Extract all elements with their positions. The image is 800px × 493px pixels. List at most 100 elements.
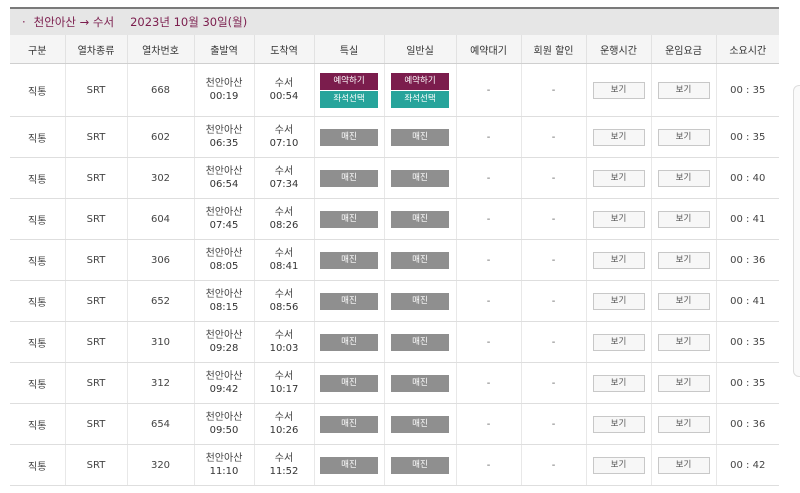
cell-departure: 천안아산 00:19 <box>193 63 254 117</box>
schedule-view-button[interactable]: 보기 <box>592 333 645 351</box>
cell-category: 직통 <box>10 116 65 158</box>
fare-view-button[interactable]: 보기 <box>657 81 710 99</box>
cell-fare: 보기 <box>650 63 716 117</box>
cell-waitlist: - <box>455 362 521 404</box>
cell-member-discount: - <box>520 63 586 117</box>
discount-dash: - <box>551 336 556 348</box>
duration-value: 00 : 41 <box>730 213 766 225</box>
arrival-time: 08:41 <box>269 261 299 272</box>
table-row: 직통 SRT 652 천안아산 08:15 수서 08:56 매진 매진 - - 보기 보기 00 : 4… <box>10 280 779 322</box>
fare-view-button[interactable]: 보기 <box>657 128 710 146</box>
schedule-view-button[interactable]: 보기 <box>592 251 645 269</box>
duration-value: 00 : 41 <box>730 295 766 307</box>
fare-view-button[interactable]: 보기 <box>657 374 710 392</box>
arrival-station: 수서 <box>274 330 294 341</box>
first-class-sold-out-button: 매진 <box>320 292 378 310</box>
schedule-view-button[interactable]: 보기 <box>592 415 645 433</box>
cell-waitlist: - <box>455 116 521 158</box>
arrival-time: 08:26 <box>269 220 299 231</box>
cell-departure: 천안아산 06:35 <box>193 116 254 158</box>
cell-train-type: SRT <box>64 198 127 240</box>
col-header-category: 구분 <box>10 35 65 64</box>
cell-member-discount: - <box>520 280 586 322</box>
cell-duration: 00 : 41 <box>715 280 779 322</box>
cell-train-type: SRT <box>64 280 127 322</box>
cell-duration: 00 : 40 <box>715 157 779 199</box>
waitlist-dash: - <box>486 377 491 389</box>
cell-category: 직통 <box>10 280 65 322</box>
title-bullet: · <box>22 15 26 29</box>
departure-time: 08:05 <box>209 261 239 272</box>
first-class-sold-out-button: 매진 <box>320 374 378 392</box>
standard-sold-out-button: 매진 <box>391 128 449 146</box>
cell-duration: 00 : 35 <box>715 321 779 363</box>
cell-schedule: 보기 <box>585 116 651 158</box>
waitlist-dash: - <box>486 459 491 471</box>
fare-view-button[interactable]: 보기 <box>657 456 710 474</box>
first-class-reserve-button[interactable]: 예약하기 <box>320 72 378 90</box>
cell-waitlist: - <box>455 239 521 281</box>
discount-dash: - <box>551 213 556 225</box>
schedule-view-button[interactable]: 보기 <box>592 81 645 99</box>
duration-value: 00 : 35 <box>730 131 766 143</box>
departure-time: 07:45 <box>209 220 239 231</box>
duration-value: 00 : 35 <box>730 84 766 96</box>
standard-sold-out-button: 매진 <box>391 333 449 351</box>
arrival-station: 수서 <box>274 166 294 177</box>
cell-schedule: 보기 <box>585 63 651 117</box>
first-class-seat-select-button[interactable]: 좌석선택 <box>320 90 378 108</box>
fare-view-button[interactable]: 보기 <box>657 333 710 351</box>
waitlist-dash: - <box>486 336 491 348</box>
cell-standard-class: 매진 <box>383 239 456 281</box>
arrival-time: 07:34 <box>269 179 299 190</box>
standard-reserve-button[interactable]: 예약하기 <box>391 72 449 90</box>
cell-duration: 00 : 42 <box>715 444 779 486</box>
schedule-view-button[interactable]: 보기 <box>592 169 645 187</box>
fare-view-button[interactable]: 보기 <box>657 415 710 433</box>
arrival-station: 수서 <box>274 453 294 464</box>
schedule-view-button[interactable]: 보기 <box>592 128 645 146</box>
cell-departure: 천안아산 08:05 <box>193 239 254 281</box>
discount-dash: - <box>551 254 556 266</box>
cell-duration: 00 : 35 <box>715 116 779 158</box>
fare-view-button[interactable]: 보기 <box>657 210 710 228</box>
schedule-view-button[interactable]: 보기 <box>592 292 645 310</box>
cell-fare: 보기 <box>650 116 716 158</box>
first-class-sold-out-button: 매진 <box>320 128 378 146</box>
cell-train-number: 312 <box>126 362 194 404</box>
cell-standard-class: 매진 <box>383 403 456 445</box>
waitlist-dash: - <box>486 131 491 143</box>
cell-fare: 보기 <box>650 403 716 445</box>
cell-departure: 천안아산 09:28 <box>193 321 254 363</box>
cell-first-class: 매진 <box>313 239 384 281</box>
cell-train-number: 668 <box>126 63 194 117</box>
fare-view-button[interactable]: 보기 <box>657 251 710 269</box>
cell-category: 직통 <box>10 444 65 486</box>
cell-member-discount: - <box>520 444 586 486</box>
cell-arrival: 수서 10:03 <box>253 321 314 363</box>
schedule-view-button[interactable]: 보기 <box>592 210 645 228</box>
standard-sold-out-button: 매진 <box>391 210 449 228</box>
arrival-time: 10:03 <box>269 343 299 354</box>
standard-sold-out-button: 매진 <box>391 374 449 392</box>
schedule-view-button[interactable]: 보기 <box>592 456 645 474</box>
fare-view-button[interactable]: 보기 <box>657 292 710 310</box>
table-row: 직통 SRT 310 천안아산 09:28 수서 10:03 매진 매진 - - 보기 보기 00 : 3… <box>10 321 779 363</box>
arrival-station: 수서 <box>274 412 294 423</box>
cell-first-class: 매진 <box>313 444 384 486</box>
scrollbar-edge[interactable] <box>793 85 800 377</box>
waitlist-dash: - <box>486 295 491 307</box>
cell-member-discount: - <box>520 157 586 199</box>
cell-schedule: 보기 <box>585 280 651 322</box>
standard-seat-select-button[interactable]: 좌석선택 <box>391 90 449 108</box>
table-row: 직통 SRT 302 천안아산 06:54 수서 07:34 매진 매진 - - 보기 보기 00 : 4… <box>10 157 779 199</box>
cell-standard-class: 매진 <box>383 444 456 486</box>
waitlist-dash: - <box>486 172 491 184</box>
cell-category: 직통 <box>10 157 65 199</box>
discount-dash: - <box>551 84 556 96</box>
fare-view-button[interactable]: 보기 <box>657 169 710 187</box>
schedule-view-button[interactable]: 보기 <box>592 374 645 392</box>
cell-schedule: 보기 <box>585 239 651 281</box>
duration-value: 00 : 36 <box>730 418 766 430</box>
departure-time: 06:54 <box>209 179 239 190</box>
